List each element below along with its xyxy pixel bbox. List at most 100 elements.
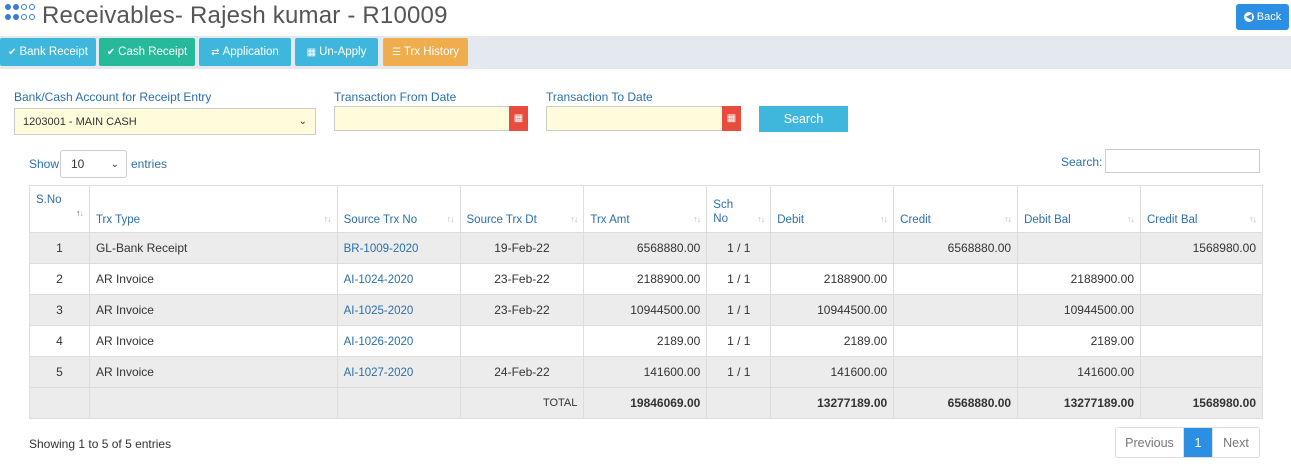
column-header-label: Source Trx Dt <box>466 214 537 226</box>
cell-source-trx-dt: 23-Feb-22 <box>459 294 585 326</box>
source-trx-link[interactable]: AI-1026-2020 <box>344 336 414 348</box>
cell-source-trx-no: AI-1027-2020 <box>336 356 461 388</box>
cell-trx-amt: 141600.00 <box>583 356 708 388</box>
cell-sch-no: 1 / 1 <box>706 325 772 357</box>
column-header-label: Trx Amt <box>590 214 630 226</box>
column-header-label: S.No <box>36 194 62 206</box>
cell-source-trx-dt <box>459 325 585 357</box>
cell-sno: 3 <box>29 294 90 326</box>
cell-debit: 141600.00 <box>770 356 895 388</box>
cell-debit-bal: 2189.00 <box>1017 325 1141 357</box>
cell-credit-bal <box>1140 325 1263 357</box>
cell-trx-type: AR Invoice <box>88 325 338 357</box>
table-search-input[interactable] <box>1105 149 1260 173</box>
calendar-icon[interactable]: ▦ <box>722 106 741 131</box>
column-header-source-trx-dt[interactable]: Source Trx Dt ↑↓ <box>459 185 585 233</box>
column-header-credit[interactable]: Credit ↑↓ <box>893 185 1019 233</box>
to-date-input[interactable] <box>546 106 723 131</box>
bank-receipt-label: Bank Receipt <box>19 46 88 58</box>
column-header-trx-type[interactable]: Trx Type ↑↓ <box>88 185 338 233</box>
cell-source-trx-dt: 19-Feb-22 <box>459 232 585 264</box>
table-row[interactable]: 1 GL-Bank Receipt BR-1009-2020 19-Feb-22… <box>29 232 1263 264</box>
search-button[interactable]: Search <box>759 106 848 132</box>
page-title: Receivables- Rajesh kumar - R10009 <box>42 2 448 29</box>
account-select[interactable]: 1203001 - MAIN CASH ⌄ <box>14 108 316 135</box>
chevron-down-icon: ⌄ <box>110 158 119 170</box>
cell-credit: 6568880.00 <box>893 232 1019 264</box>
cell-source-trx-dt: 23-Feb-22 <box>459 263 585 295</box>
column-header-label: Trx Type <box>95 214 141 226</box>
un-apply-button[interactable]: ▦ Un-Apply <box>295 38 378 66</box>
source-trx-link[interactable]: AI-1024-2020 <box>344 274 414 286</box>
action-toolbar: ✔ Bank Receipt ✔ Cash Receipt ⇄ Applicat… <box>0 36 1291 69</box>
application-button[interactable]: ⇄ Application <box>199 38 291 66</box>
cell-source-trx-no: AI-1026-2020 <box>336 325 461 357</box>
cell-trx-type: AR Invoice <box>88 294 338 326</box>
previous-page-button[interactable]: Previous <box>1116 428 1184 457</box>
column-header-trx-amt[interactable]: Trx Amt ↑↓ <box>583 185 708 233</box>
back-button[interactable]: ◀ Back <box>1236 4 1289 30</box>
column-header-sch-no[interactable]: Sch No ↑↓ <box>706 185 772 233</box>
table-info: Showing 1 to 5 of 5 entries <box>29 437 172 451</box>
column-header-credit-bal[interactable]: Credit Bal ↑↓ <box>1140 185 1263 233</box>
entries-label: entries <box>131 157 168 171</box>
sort-icon: ↑↓ <box>323 214 332 224</box>
column-header-source-trx-no[interactable]: Source Trx No ↑↓ <box>336 185 461 233</box>
cell-credit-bal: 1568980.00 <box>1140 232 1263 264</box>
column-header-debit-bal[interactable]: Debit Bal ↑↓ <box>1017 185 1141 233</box>
cell-source-trx-no: AI-1024-2020 <box>336 263 461 295</box>
table-header-row: S.No ↑↓ Trx Type ↑↓ Source Trx No ↑↓ Source… <box>29 185 1263 233</box>
page-length-value: 10 <box>71 157 85 171</box>
table-row[interactable]: 4 AR Invoice AI-1026-2020 2189.00 1 / 1 … <box>29 325 1263 357</box>
sort-icon: ↑↓ <box>1004 214 1012 224</box>
cell-sno: 1 <box>29 232 90 264</box>
trx-history-button[interactable]: ☰ Trx History <box>383 38 468 66</box>
account-label: Bank/Cash Account for Receipt Entry <box>14 90 212 104</box>
sort-asc-icon: ↑↓ <box>75 208 84 218</box>
page-length-select[interactable]: 10 ⌄ <box>60 150 127 178</box>
from-date-label: Transaction From Date <box>334 90 457 104</box>
check-icon: ✔ <box>106 46 116 58</box>
cell-sno: 2 <box>29 263 90 295</box>
trx-history-label: Trx History <box>403 46 460 58</box>
source-trx-link[interactable]: AI-1025-2020 <box>344 305 414 317</box>
columns-icon: ▦ <box>306 46 317 58</box>
calendar-icon[interactable]: ▦ <box>509 106 528 131</box>
table-row[interactable]: 5 AR Invoice AI-1027-2020 24-Feb-22 1416… <box>29 356 1263 388</box>
column-header-label: Credit Bal <box>1147 214 1198 226</box>
cell-source-trx-dt: 24-Feb-22 <box>459 356 585 388</box>
bank-receipt-button[interactable]: ✔ Bank Receipt <box>0 38 96 66</box>
cell-debit-bal: 2188900.00 <box>1017 263 1141 295</box>
sort-icon: ↑↓ <box>757 214 765 224</box>
cash-receipt-label: Cash Receipt <box>118 46 188 58</box>
cell-trx-amt: 10944500.00 <box>583 294 708 326</box>
cell-debit-bal <box>1017 232 1141 264</box>
show-label: Show <box>29 157 60 171</box>
column-header-sno[interactable]: S.No ↑↓ <box>29 185 90 233</box>
total-cell-empty <box>29 387 90 419</box>
sort-icon: ↑↓ <box>693 214 701 224</box>
from-date-input[interactable] <box>334 106 510 131</box>
source-trx-link[interactable]: BR-1009-2020 <box>344 243 419 255</box>
table-row[interactable]: 3 AR Invoice AI-1025-2020 23-Feb-22 1094… <box>29 294 1263 326</box>
total-label: TOTAL <box>459 387 585 419</box>
page-1-button[interactable]: 1 <box>1184 428 1212 457</box>
next-page-button[interactable]: Next <box>1212 428 1259 457</box>
cell-credit-bal <box>1140 263 1263 295</box>
cell-trx-type: GL-Bank Receipt <box>88 232 338 264</box>
total-credit: 6568880.00 <box>893 387 1019 419</box>
page-header: Receivables- Rajesh kumar - R10009 ◀ Bac… <box>0 0 1291 36</box>
cash-receipt-button[interactable]: ✔ Cash Receipt <box>99 38 195 66</box>
receivables-table: S.No ↑↓ Trx Type ↑↓ Source Trx No ↑↓ Source… <box>29 185 1263 419</box>
cell-sno: 4 <box>29 325 90 357</box>
apps-grid-icon[interactable] <box>5 4 37 22</box>
cell-debit: 10944500.00 <box>770 294 895 326</box>
table-row[interactable]: 2 AR Invoice AI-1024-2020 23-Feb-22 2188… <box>29 263 1263 295</box>
check-icon: ✔ <box>8 46 17 58</box>
cell-debit-bal: 141600.00 <box>1017 356 1141 388</box>
cell-credit <box>893 325 1019 357</box>
source-trx-link[interactable]: AI-1027-2020 <box>344 367 414 379</box>
column-header-debit[interactable]: Debit ↑↓ <box>770 185 895 233</box>
table-search-label: Search: <box>1061 155 1103 169</box>
list-icon: ☰ <box>391 46 401 58</box>
